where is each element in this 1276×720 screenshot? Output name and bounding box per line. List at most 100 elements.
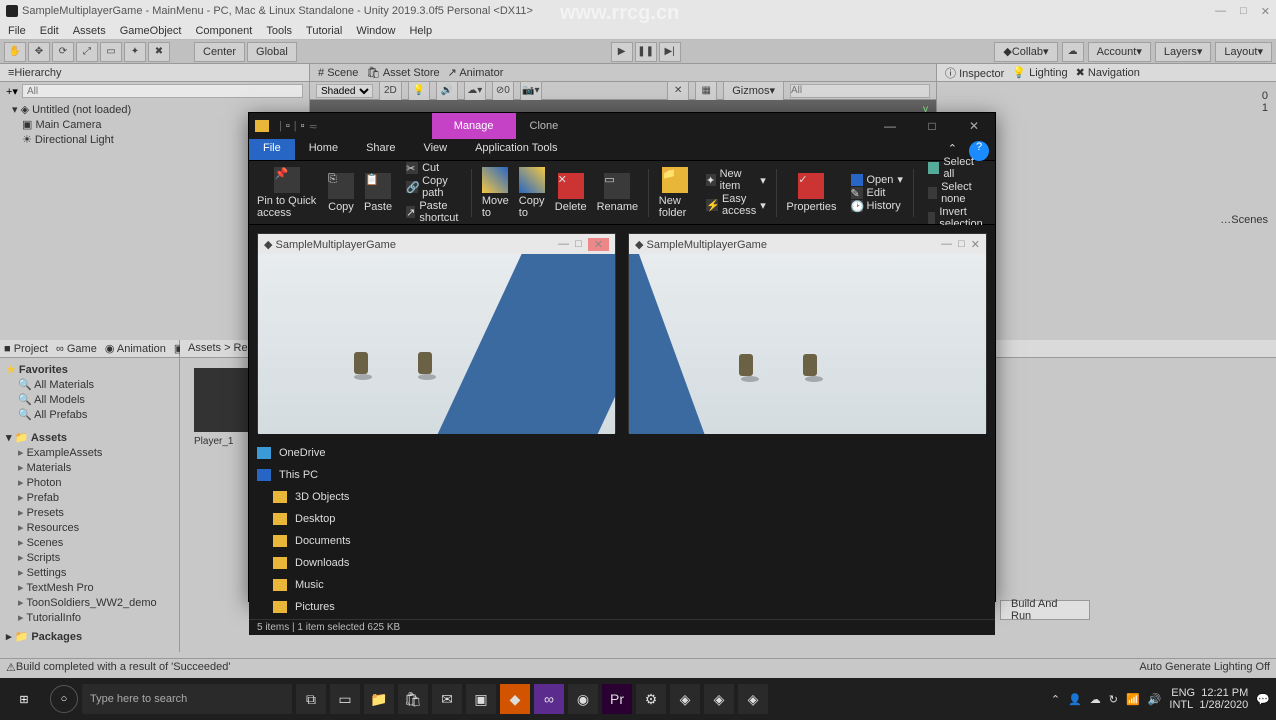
manage-tab[interactable]: Manage xyxy=(432,113,516,139)
taskbar-app-unity3[interactable]: ◈ xyxy=(738,684,768,714)
paste-shortcut-button[interactable]: ↗Paste shortcut xyxy=(402,200,461,224)
copy-to-button[interactable]: Copy to xyxy=(519,167,545,219)
hand-tool-icon[interactable]: ✋ xyxy=(4,42,26,62)
nav-onedrive[interactable]: OneDrive xyxy=(257,445,987,461)
tray-update-icon[interactable]: ↻ xyxy=(1109,693,1118,706)
taskbar-search-input[interactable]: Type here to search xyxy=(82,684,292,714)
game-window-2[interactable]: ◆ SampleMultiplayerGame—□✕ xyxy=(628,233,987,433)
assets-root[interactable]: ▾ 📁 Assets xyxy=(4,430,175,445)
tray-volume-icon[interactable]: 🔊 xyxy=(1148,693,1162,706)
folder-toonsoldiers[interactable]: ToonSoldiers_WW2_demo xyxy=(4,595,175,610)
taskbar-app-6[interactable]: ◆ xyxy=(500,684,530,714)
hierarchy-tab[interactable]: ≡ Hierarchy xyxy=(0,64,309,82)
menu-tools[interactable]: Tools xyxy=(266,25,292,37)
grid-icon[interactable]: ▦ xyxy=(695,81,717,101)
move-to-button[interactable]: Move to xyxy=(482,167,509,219)
move-tool-icon[interactable]: ✥ xyxy=(28,42,50,62)
create-dropdown-icon[interactable]: +▾ xyxy=(6,85,18,98)
cloud-icon[interactable]: ☁ xyxy=(1062,42,1084,62)
select-all-button[interactable]: Select all xyxy=(924,156,987,180)
tab-game[interactable]: ∞ Game xyxy=(56,343,97,355)
tab-navigation[interactable]: ✖ Navigation xyxy=(1076,66,1140,79)
tray-onedrive-icon[interactable]: ☁ xyxy=(1090,693,1101,706)
rect-tool-icon[interactable]: ▭ xyxy=(100,42,122,62)
ribbon-tab-apptools[interactable]: Application Tools xyxy=(461,139,571,160)
copy-path-button[interactable]: 🔗Copy path xyxy=(402,175,461,199)
ribbon-tab-share[interactable]: Share xyxy=(352,139,409,160)
play-button-icon[interactable]: ▶ xyxy=(611,42,633,62)
favorites-root[interactable]: Favorites xyxy=(4,362,175,377)
ribbon-tab-home[interactable]: Home xyxy=(295,139,352,160)
rotate-tool-icon[interactable]: ⟳ xyxy=(52,42,74,62)
folder-photon[interactable]: Photon xyxy=(4,475,175,490)
task-view-icon[interactable]: ⧉ xyxy=(296,684,326,714)
menu-edit[interactable]: Edit xyxy=(40,25,59,37)
menu-gameobject[interactable]: GameObject xyxy=(120,25,182,37)
nav-pictures[interactable]: Pictures xyxy=(257,599,987,615)
tray-people-icon[interactable]: 👤 xyxy=(1068,693,1082,706)
properties-button[interactable]: ✓Properties xyxy=(786,173,836,213)
transform-tool-icon[interactable]: ✦ xyxy=(124,42,146,62)
scene-search-input[interactable] xyxy=(790,84,930,98)
folder-textmesh[interactable]: TextMesh Pro xyxy=(4,580,175,595)
nav-music[interactable]: Music xyxy=(257,577,987,593)
tab-lighting[interactable]: 💡 Lighting xyxy=(1012,66,1067,79)
ribbon-tab-view[interactable]: View xyxy=(409,139,461,160)
shading-dropdown[interactable]: Shaded xyxy=(316,84,373,98)
folder-resources[interactable]: Resources xyxy=(4,520,175,535)
fav-models[interactable]: 🔍 All Models xyxy=(4,392,175,407)
cortana-icon[interactable]: ○ xyxy=(50,685,78,713)
fav-prefabs[interactable]: 🔍 All Prefabs xyxy=(4,407,175,422)
menu-tutorial[interactable]: Tutorial xyxy=(306,25,342,37)
light-toggle-icon[interactable]: 💡 xyxy=(408,81,430,101)
tab-inspector[interactable]: ⓘ Inspector xyxy=(945,65,1004,81)
camera-icon[interactable]: 📷▾ xyxy=(520,81,542,101)
explorer-minimize-icon[interactable]: — xyxy=(869,119,911,133)
packages-root[interactable]: ▸ 📁 Packages xyxy=(4,629,175,644)
easy-access-button[interactable]: ⚡Easy access ▾ xyxy=(702,193,766,217)
explorer-titlebar[interactable]: |▫|▫≂ Manage Clone — □ ✕ xyxy=(249,113,995,139)
tab-assetstore[interactable]: 🛍 Asset Store xyxy=(366,66,439,79)
menu-help[interactable]: Help xyxy=(409,25,432,37)
collab-dropdown[interactable]: ◆ Collab ▾ xyxy=(994,42,1057,62)
history-button[interactable]: 🕑History xyxy=(847,200,903,212)
menu-component[interactable]: Component xyxy=(195,25,252,37)
taskbar-app-vs[interactable]: ∞ xyxy=(534,684,564,714)
tab-animator[interactable]: ↗ Animator xyxy=(448,66,504,79)
game-window-1[interactable]: ◆ SampleMultiplayerGame—□✕ xyxy=(257,233,616,433)
taskbar-app-unreal[interactable]: ◉ xyxy=(568,684,598,714)
hierarchy-search-input[interactable] xyxy=(22,84,303,98)
copy-button[interactable]: ⎘Copy xyxy=(328,173,354,213)
folder-prefab[interactable]: Prefab xyxy=(4,490,175,505)
fx-toggle-icon[interactable]: ☁▾ xyxy=(464,81,486,101)
menu-assets[interactable]: Assets xyxy=(73,25,106,37)
taskbar-app-unity1[interactable]: ◈ xyxy=(670,684,700,714)
folder-tutorialinfo[interactable]: TutorialInfo xyxy=(4,610,175,625)
rename-button[interactable]: ▭Rename xyxy=(597,173,639,213)
tab-project[interactable]: ■ Project xyxy=(4,343,48,355)
scale-tool-icon[interactable]: ⤢ xyxy=(76,42,98,62)
minimize-icon[interactable]: — xyxy=(1215,5,1226,18)
folder-scenes[interactable]: Scenes xyxy=(4,535,175,550)
space-toggle[interactable]: Global xyxy=(247,42,297,62)
new-item-button[interactable]: ✦New item ▾ xyxy=(702,168,766,192)
open-button[interactable]: Open ▾ xyxy=(847,173,903,186)
nav-desktop[interactable]: Desktop xyxy=(257,511,987,527)
ribbon-tab-file[interactable]: File xyxy=(249,139,295,160)
audio-toggle-icon[interactable]: 🔊 xyxy=(436,81,458,101)
build-and-run-button[interactable]: Build And Run xyxy=(1000,600,1090,620)
account-dropdown[interactable]: Account ▾ xyxy=(1088,42,1151,62)
nav-documents[interactable]: Documents xyxy=(257,533,987,549)
close-icon[interactable]: ✕ xyxy=(1261,5,1270,18)
tray-chevron-icon[interactable]: ⌃ xyxy=(1051,693,1060,706)
taskbar-app-unity2[interactable]: ◈ xyxy=(704,684,734,714)
layout-dropdown[interactable]: Layout ▾ xyxy=(1215,42,1272,62)
pause-button-icon[interactable]: ❚❚ xyxy=(635,42,657,62)
new-folder-button[interactable]: 📁New folder xyxy=(659,167,692,219)
step-button-icon[interactable]: ▶| xyxy=(659,42,681,62)
taskbar-app-mail[interactable]: ✉ xyxy=(432,684,462,714)
cut-button[interactable]: ✂Cut xyxy=(402,162,461,174)
taskbar-app-settings[interactable]: ⚙ xyxy=(636,684,666,714)
taskbar-app-5[interactable]: ▣ xyxy=(466,684,496,714)
delete-button[interactable]: ✕Delete xyxy=(555,173,587,213)
